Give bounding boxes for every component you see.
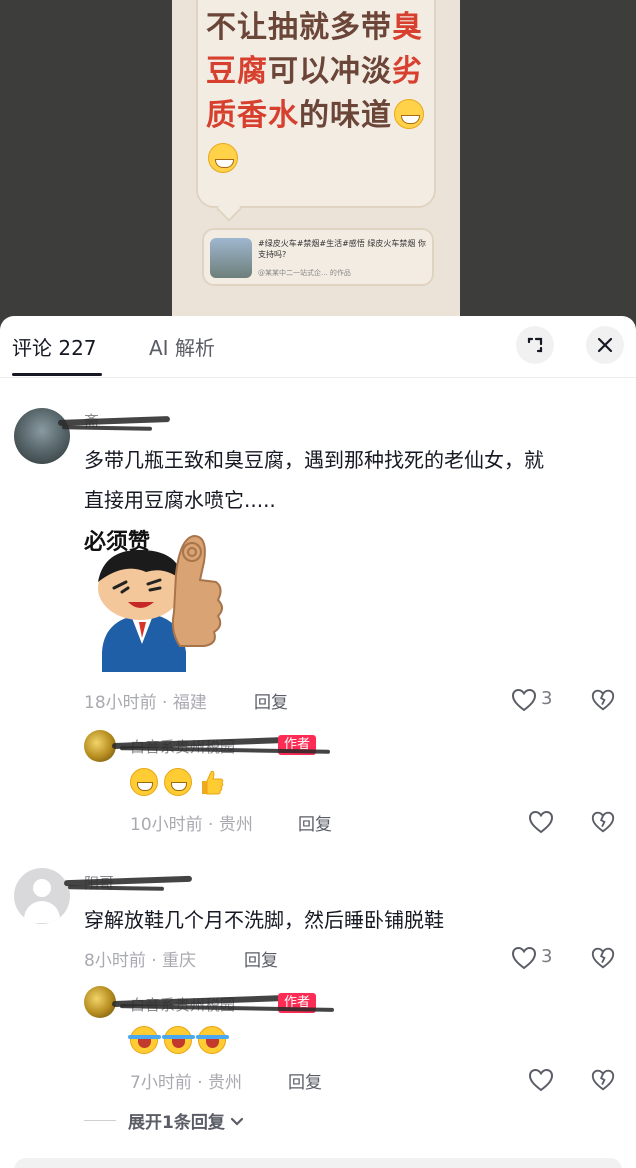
avatar[interactable] <box>14 408 70 464</box>
linked-video-card[interactable]: #绿皮火车#禁烟#生活#感悟 绿皮火车禁烟 你支持吗? @某某中二一站式企...… <box>202 228 434 286</box>
like-count: 3 <box>541 946 553 967</box>
grin-emoji-icon <box>164 768 192 796</box>
chevron-down-icon <box>230 1117 243 1126</box>
video-preview[interactable]: 不让抽就多带臭豆腐可以冲淡劣质香水的味道 #绿皮火车#禁烟#生活#感悟 绿皮火车… <box>0 0 636 330</box>
comment-input-bar[interactable] <box>14 1158 622 1168</box>
video-frame: 不让抽就多带臭豆腐可以冲淡劣质香水的味道 #绿皮火车#禁烟#生活#感悟 绿皮火车… <box>172 0 460 324</box>
linked-video-thumbnail <box>210 238 252 278</box>
reply-emoji-text <box>128 1026 232 1054</box>
grin-emoji-icon <box>394 99 424 129</box>
reply-button[interactable]: 回复 <box>244 946 278 971</box>
broken-heart-dislike-icon[interactable] <box>590 945 616 971</box>
cartoon-thumbs-up-icon <box>98 534 223 672</box>
broken-heart-dislike-icon[interactable] <box>590 809 616 835</box>
reply-button[interactable]: 回复 <box>298 810 332 835</box>
expand-icon <box>527 337 543 353</box>
comment-text: 多带几瓶王致和臭豆腐，遇到那种找死的老仙女，就 直接用豆腐水喷它..... <box>84 448 544 512</box>
broken-heart-dislike-icon[interactable] <box>590 687 616 713</box>
grin-emoji-icon <box>208 143 238 173</box>
tab-comments[interactable]: 评论 227 <box>12 332 97 361</box>
expand-replies-button[interactable]: 展开1条回复 <box>84 1108 245 1133</box>
broken-heart-dislike-icon[interactable] <box>590 1067 616 1093</box>
comment-text: 穿解放鞋几个月不洗脚，然后睡卧铺脱鞋 <box>84 908 444 932</box>
comment-timestamp: 8小时前 · 重庆 <box>84 951 197 971</box>
panel-tabs: 评论 227 AI 解析 <box>0 316 636 378</box>
comment-timestamp: 18小时前 · 福建 <box>84 693 207 713</box>
heart-like-icon[interactable] <box>527 808 555 836</box>
reply-button[interactable]: 回复 <box>288 1068 322 1093</box>
heart-like-icon[interactable] <box>510 686 538 714</box>
close-button[interactable] <box>586 326 624 364</box>
divider <box>84 1120 116 1121</box>
reply-button[interactable]: 回复 <box>254 688 288 713</box>
expand-panel-button[interactable] <box>516 326 554 364</box>
heart-like-icon[interactable] <box>510 944 538 972</box>
crying-laughing-emoji-icon <box>196 1026 229 1054</box>
heart-like-icon[interactable] <box>527 1066 555 1094</box>
thumbs-up-emoji-icon <box>198 768 226 796</box>
like-count: 3 <box>541 688 553 709</box>
crying-laughing-emoji-icon <box>162 1026 195 1054</box>
reply-timestamp: 10小时前 · 贵州 <box>130 815 253 835</box>
active-tab-indicator <box>12 373 102 376</box>
thumbs-up-sticker[interactable]: 必须赞 <box>84 522 242 680</box>
comment-panel: 评论 227 AI 解析 斋 多带几瓶王致和臭豆腐，遇到那种找死的老仙女，就 直… <box>0 316 636 1168</box>
crying-laughing-emoji-icon <box>128 1026 161 1054</box>
tab-ai-analysis[interactable]: AI 解析 <box>149 332 215 361</box>
reply-timestamp: 7小时前 · 贵州 <box>130 1073 243 1093</box>
close-icon <box>597 337 613 353</box>
reply-emoji-text <box>130 768 232 796</box>
avatar[interactable] <box>14 868 70 924</box>
video-headline: 不让抽就多带臭豆腐可以冲淡劣质香水的味道 <box>206 6 428 182</box>
grin-emoji-icon <box>130 768 158 796</box>
